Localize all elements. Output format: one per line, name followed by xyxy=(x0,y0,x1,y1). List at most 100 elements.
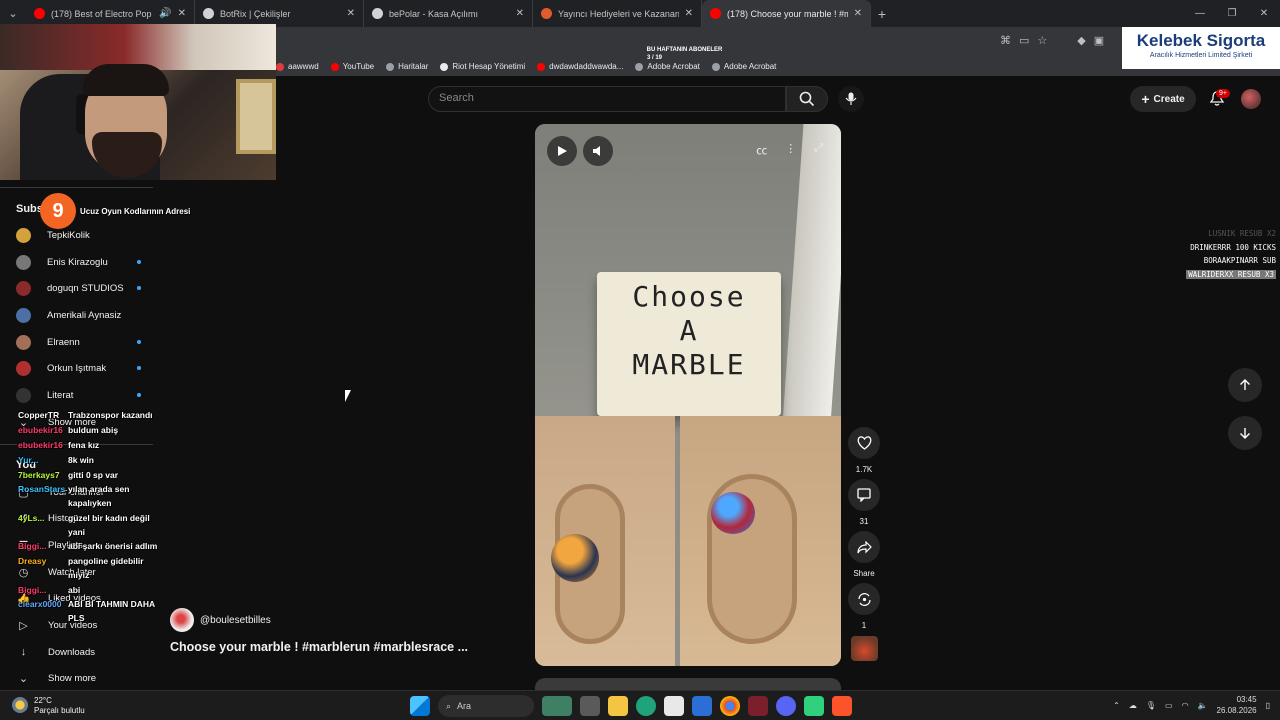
channel-info[interactable]: @boulesetbilles xyxy=(170,608,271,632)
chat-message: Yur... 8k win xyxy=(18,455,94,465)
search-input[interactable]: Search xyxy=(428,86,786,112)
notification-center-icon[interactable]: ▯ xyxy=(1266,701,1270,710)
microphone-icon[interactable]: 🎙 xyxy=(1146,701,1156,710)
brave-icon[interactable] xyxy=(832,696,852,716)
store-icon[interactable] xyxy=(664,696,684,716)
sidebar-item-subscription[interactable]: Amerikali Aynasiz xyxy=(16,305,141,325)
create-button[interactable]: + Create xyxy=(1130,86,1196,112)
extension-icon[interactable]: ◆ xyxy=(1077,34,1085,47)
bookmark[interactable]: dwdawdaddwawda... xyxy=(537,62,623,71)
sidebar-item-subscription[interactable]: Elraenn xyxy=(16,332,141,352)
sidebar-item-subscription[interactable]: TepkiKolik xyxy=(16,225,141,245)
windows-taskbar: 22°C Parçalı bulutlu ⌕ Ara ⌃ ☁ 🎙 ▭ ◠ 🔈 0… xyxy=(0,690,1280,720)
sidebar-item-show-more[interactable]: ⌄ Show more xyxy=(16,668,156,688)
bookmark[interactable]: aawwwd xyxy=(276,62,319,71)
audio-icon[interactable]: 🔊 xyxy=(159,8,171,19)
chat-app-icon[interactable] xyxy=(804,696,824,716)
video-title[interactable]: Choose your marble ! #marblerun #marbles… xyxy=(170,640,468,654)
share-button[interactable]: Share xyxy=(848,531,880,578)
file-explorer-icon[interactable] xyxy=(608,696,628,716)
bookmark[interactable]: Adobe Acrobat xyxy=(711,62,776,71)
mail-icon[interactable] xyxy=(692,696,712,716)
like-button[interactable]: 1.7K xyxy=(848,427,880,474)
channel-avatar xyxy=(16,307,31,323)
chat-username: Biggi... xyxy=(18,585,47,595)
weather-widget[interactable]: 22°C Parçalı bulutlu xyxy=(12,694,85,716)
sidebar-divider xyxy=(0,187,153,188)
close-tab-icon[interactable]: ✕ xyxy=(178,8,186,19)
riot-icon xyxy=(440,62,449,71)
close-tab-icon[interactable]: ✕ xyxy=(685,8,693,19)
restore-icon[interactable]: ❐ xyxy=(1216,0,1248,27)
comments-button[interactable]: 31 xyxy=(848,479,880,526)
close-tab-icon[interactable]: ✕ xyxy=(347,8,355,19)
bookmark[interactable]: YouTube xyxy=(330,62,374,71)
taskbar-search[interactable]: ⌕ Ara xyxy=(438,695,534,717)
sidebar-item-subscription[interactable]: Literat xyxy=(16,385,141,405)
browser-tab[interactable]: (178) Best of Electro Pop 20 🔊 ✕ xyxy=(26,0,195,27)
chat-message: 4yLs... güzel bir kadın değil xyxy=(18,513,150,523)
search-button[interactable] xyxy=(786,86,828,112)
new-tab-button[interactable]: + xyxy=(871,0,893,27)
browser-tab[interactable]: Yayıncı Hediyeleri ve Kazananla ✕ xyxy=(533,0,702,27)
webcam-hair xyxy=(83,64,169,96)
browser-tab[interactable]: bePolar - Kasa Açılımı ✕ xyxy=(364,0,533,27)
display-icon[interactable]: ▭ xyxy=(1165,701,1173,710)
game-widget-icon[interactable] xyxy=(542,696,572,716)
sidebar-item-downloads[interactable]: ↓ Downloads xyxy=(16,642,156,662)
close-window-icon[interactable]: ✕ xyxy=(1248,0,1280,27)
channel-handle[interactable]: @boulesetbilles xyxy=(200,615,271,626)
more-options-icon[interactable]: ⋮ xyxy=(785,142,796,158)
browser-tab-active[interactable]: (178) Choose your marble ! #m ✕ xyxy=(702,0,871,27)
sidebar-item-subscription[interactable]: Enis Kirazoglu xyxy=(16,252,141,272)
task-view-icon[interactable] xyxy=(580,696,600,716)
sidebar-item-subscription[interactable]: doguqn STUDIOS xyxy=(16,278,141,298)
cast-icon[interactable]: ▭ xyxy=(1019,34,1029,47)
chat-message: Biggi... abi şarkı önerisi adlım xyxy=(18,541,157,551)
tab-search-icon[interactable]: ⌄ xyxy=(0,0,26,27)
sidebar-item-subscription[interactable]: Orkun Işıtmak xyxy=(16,358,141,378)
minimize-icon[interactable]: — xyxy=(1184,0,1216,27)
browser-tab[interactable]: BotRix | Çekilişler ✕ xyxy=(195,0,364,27)
sidebar-item-your-videos[interactable]: ▷ Your videos xyxy=(16,615,156,635)
search-icon: ⌕ xyxy=(446,700,452,711)
close-tab-icon[interactable]: ✕ xyxy=(516,8,524,19)
edge-icon[interactable] xyxy=(636,696,656,716)
next-short-preview[interactable] xyxy=(535,678,841,690)
discord-icon[interactable] xyxy=(776,696,796,716)
subscriptions-heading[interactable]: Subs xyxy=(16,203,43,215)
bookmark[interactable]: Haritalar xyxy=(386,62,428,71)
new-content-indicator xyxy=(137,286,141,290)
next-short-button[interactable] xyxy=(1228,416,1262,450)
account-avatar[interactable] xyxy=(1241,89,1261,109)
windows-start-icon[interactable] xyxy=(410,696,430,716)
translate-icon[interactable]: ⌘ xyxy=(1000,34,1011,47)
chat-username: clearx0000 xyxy=(18,599,62,609)
youtube-favicon-icon xyxy=(710,8,721,19)
sound-thumbnail[interactable] xyxy=(851,636,878,661)
captions-icon[interactable]: ㏄ xyxy=(756,142,767,158)
bookmark[interactable]: Adobe Acrobat xyxy=(635,62,700,71)
bookmark[interactable]: Riot Hesap Yönetimi xyxy=(440,62,525,71)
chevron-up-icon[interactable]: ⌃ xyxy=(1113,701,1120,710)
wifi-icon[interactable]: ◠ xyxy=(1182,701,1189,710)
voice-search-button[interactable] xyxy=(838,86,864,112)
remix-icon xyxy=(848,583,880,615)
speaker-icon[interactable]: 🔈 xyxy=(1198,701,1208,710)
clock[interactable]: 03:45 26.08.2026 xyxy=(1217,694,1257,716)
tabs-icon[interactable]: ▣ xyxy=(1094,34,1104,47)
heart-icon xyxy=(848,427,880,459)
volume-button[interactable] xyxy=(583,136,613,166)
shorts-video-player[interactable]: Choose A MARBLE ㏄ ⋮ ⤢ xyxy=(535,124,841,666)
star-icon[interactable]: ☆ xyxy=(1037,34,1047,47)
streaming-app-icon[interactable] xyxy=(748,696,768,716)
previous-short-button[interactable] xyxy=(1228,368,1262,402)
close-tab-icon[interactable]: ✕ xyxy=(854,8,862,19)
remix-button[interactable]: 1 xyxy=(848,583,880,630)
cloud-icon[interactable]: ☁ xyxy=(1129,701,1137,710)
like-count: 1.7K xyxy=(855,465,873,474)
chrome-icon[interactable] xyxy=(720,696,740,716)
globe-icon xyxy=(386,62,395,71)
play-button[interactable] xyxy=(547,136,577,166)
fullscreen-icon[interactable]: ⤢ xyxy=(814,142,823,158)
